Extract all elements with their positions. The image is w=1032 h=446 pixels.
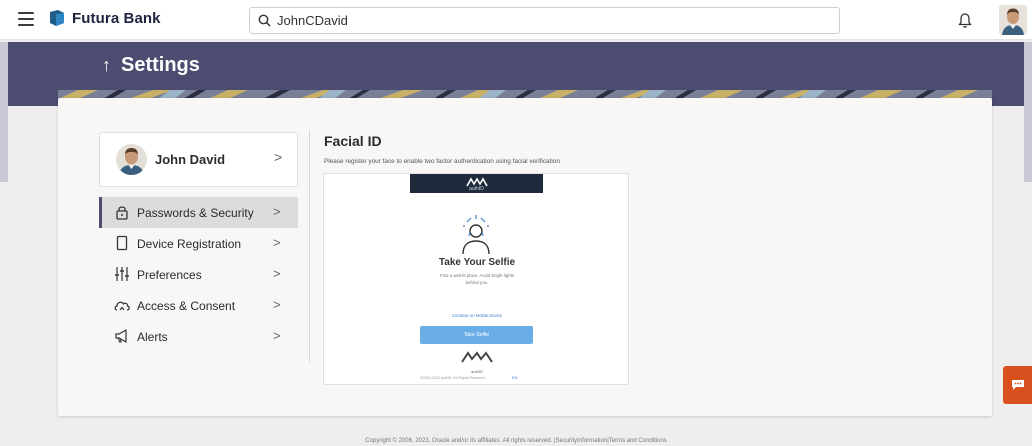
profile-card[interactable]: John David > xyxy=(99,132,298,187)
phone-icon xyxy=(116,235,128,251)
facial-id-frame[interactable]: authID Take Your Selfie Find a well-lit … xyxy=(323,173,629,385)
take-selfie-button[interactable]: Take Selfie xyxy=(420,326,533,344)
menu-item-label: Alerts xyxy=(137,330,168,344)
menu-icon[interactable] xyxy=(18,12,34,26)
search-box[interactable] xyxy=(249,7,840,34)
menu-item-device-registration[interactable]: Device Registration > xyxy=(99,228,298,259)
menu-item-passwords-security[interactable]: Passwords & Security > xyxy=(99,197,298,228)
profile-avatar xyxy=(116,144,147,175)
page-title: ↑ Settings xyxy=(102,54,200,77)
authid-logo-icon xyxy=(461,351,493,363)
chevron-right-icon: > xyxy=(273,235,281,250)
background-panel-right xyxy=(1024,42,1032,182)
section-title: Facial ID xyxy=(324,133,382,149)
chevron-right-icon: > xyxy=(273,266,281,281)
chat-button[interactable] xyxy=(1003,366,1032,404)
back-arrow-icon[interactable]: ↑ xyxy=(102,55,111,76)
selfie-instructions: Find a well-lit place. Avoid bright ligh… xyxy=(324,272,630,286)
search-icon xyxy=(258,14,271,27)
user-avatar[interactable] xyxy=(999,5,1027,35)
selfie-instructions-line: behind you. xyxy=(465,280,489,285)
selfie-title: Take Your Selfie xyxy=(438,257,516,268)
chevron-right-icon: > xyxy=(273,297,281,312)
authid-copyright: ©2015-2023 authID. All Rights Reserved. xyxy=(420,376,486,380)
menu-divider xyxy=(309,130,310,362)
menu-item-alerts[interactable]: Alerts > xyxy=(99,321,298,352)
chevron-right-icon: > xyxy=(273,204,281,219)
lock-icon xyxy=(116,206,128,220)
chevron-right-icon: > xyxy=(274,149,283,165)
brand[interactable]: Futura Bank xyxy=(48,9,161,27)
cloud-consent-icon xyxy=(114,301,130,311)
bank-logo-icon xyxy=(50,10,64,26)
top-bar: Futura Bank xyxy=(0,0,1032,40)
menu-item-preferences[interactable]: Preferences > xyxy=(99,259,298,290)
chevron-right-icon: > xyxy=(273,328,281,343)
background-panel-left xyxy=(0,42,8,182)
notification-bell-icon[interactable] xyxy=(957,12,973,29)
chat-icon xyxy=(1011,380,1024,390)
profile-name: John David xyxy=(155,152,226,167)
section-description: Please register your face to enable two … xyxy=(324,158,560,165)
search-input[interactable] xyxy=(277,13,817,28)
language-selector[interactable]: EN xyxy=(512,375,518,380)
brand-name: Futura Bank xyxy=(72,9,161,27)
sliders-icon xyxy=(115,267,129,281)
menu-item-label: Access & Consent xyxy=(137,299,236,313)
menu-item-access-consent[interactable]: Access & Consent > xyxy=(99,290,298,321)
authid-footer-logo: authID xyxy=(459,350,495,374)
page-title-text: Settings xyxy=(121,54,200,76)
page-footer: Copyright © 2006, 2023, Oracle and/or it… xyxy=(365,438,667,444)
menu-item-label: Preferences xyxy=(137,268,202,282)
menu-item-label: Device Registration xyxy=(137,237,242,251)
authid-header: authID xyxy=(410,174,543,193)
continue-on-mobile-link[interactable]: Continue on Mobile Device xyxy=(324,313,630,318)
authid-footer-logo-text: authID xyxy=(471,369,483,374)
megaphone-icon xyxy=(115,329,127,343)
menu-item-label: Passwords & Security xyxy=(137,206,254,220)
settings-menu: Passwords & Security > Device Registrati… xyxy=(99,197,298,352)
authid-logo-text: authID xyxy=(469,186,484,192)
face-scan-icon xyxy=(462,215,490,255)
selfie-instructions-line: Find a well-lit place. Avoid bright ligh… xyxy=(439,273,515,278)
